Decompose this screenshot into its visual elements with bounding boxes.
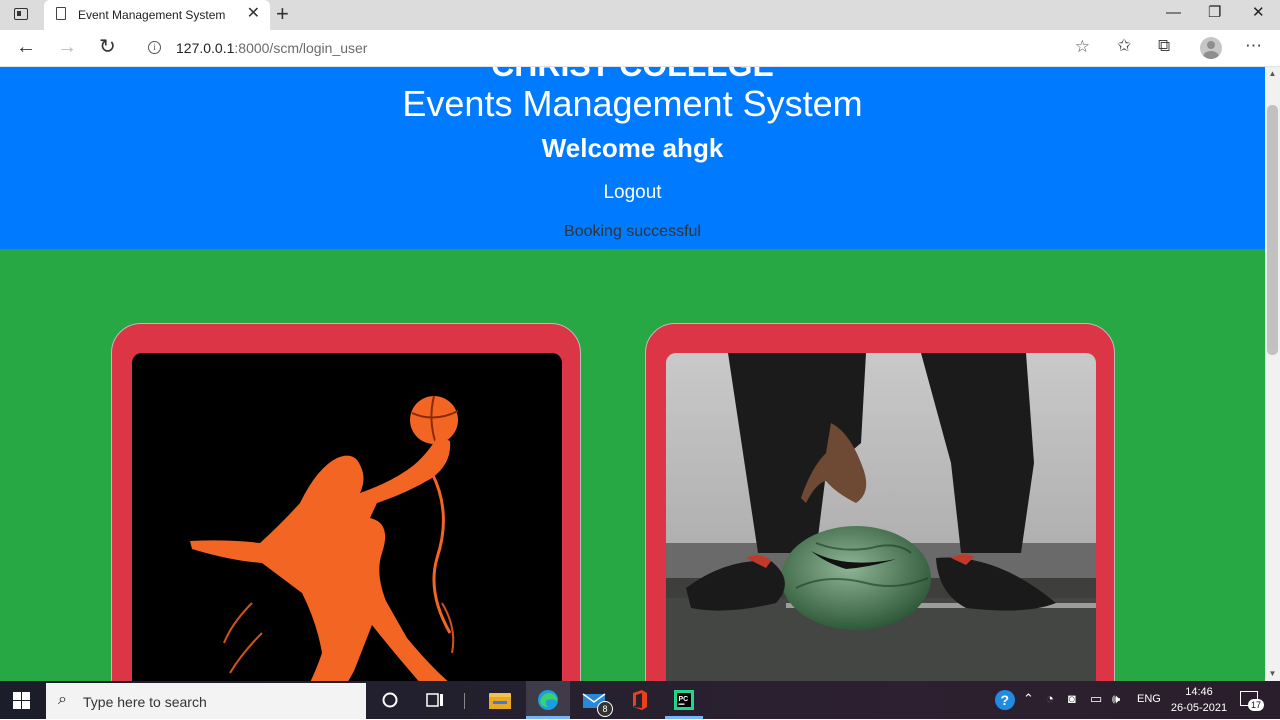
favorites-icon[interactable]: ✩ <box>1117 36 1131 56</box>
tab-close-icon[interactable]: ✕ <box>247 5 260 23</box>
logout-row: Logout <box>0 182 1265 204</box>
profile-avatar[interactable] <box>1200 37 1222 59</box>
page-viewport: CHRIST COLLEGE Events Management System … <box>0 67 1265 681</box>
clock-date: 26-05-2021 <box>1170 702 1228 714</box>
wifi-icon[interactable]: ◔ <box>1046 691 1054 706</box>
collections-icon[interactable]: ⧉ <box>1158 36 1170 56</box>
volume-icon[interactable]: 🕪 <box>1112 691 1120 707</box>
notifications-count: 17 <box>1248 699 1265 711</box>
basketball-image[interactable] <box>132 353 562 681</box>
more-options-icon[interactable]: ⋯ <box>1245 36 1262 56</box>
taskbar-search-box[interactable]: ⌕ Type here to search <box>46 683 366 719</box>
mail-badge: 8 <box>597 701 613 717</box>
close-window-icon[interactable]: ✕ <box>1252 4 1265 22</box>
page-favicon-icon <box>56 7 66 20</box>
booking-status-message: Booking successful <box>564 223 701 240</box>
url-text[interactable]: 127.0.0.1:8000/scm/login_user <box>176 40 367 56</box>
basketball-player-silhouette <box>132 353 562 681</box>
browser-tab-strip: Event Management System ✕ + — ❐ ✕ <box>0 0 1280 30</box>
vertical-scrollbar[interactable]: ▲ ▼ <box>1265 67 1280 681</box>
site-info-icon[interactable]: i <box>148 41 161 54</box>
show-hidden-icons-icon[interactable]: ⌃ <box>1023 691 1034 707</box>
minimize-icon[interactable]: — <box>1166 4 1181 22</box>
scroll-down-icon[interactable]: ▼ <box>1265 667 1280 681</box>
event-card-rugby[interactable] <box>645 323 1115 681</box>
svg-text:?: ? <box>1001 692 1010 708</box>
back-icon[interactable]: ← <box>16 36 36 58</box>
battery-icon[interactable]: ▭ <box>1090 691 1102 707</box>
search-placeholder: Type here to search <box>83 694 207 710</box>
rugby-image[interactable] <box>666 353 1096 681</box>
url-host: 127.0.0.1 <box>176 40 235 56</box>
help-icon[interactable]: ? <box>994 688 1018 710</box>
event-card-basketball[interactable] <box>111 323 581 681</box>
college-name: CHRIST COLLEGE <box>0 67 1265 84</box>
url-path: :8000/scm/login_user <box>234 40 368 56</box>
svg-text:PC: PC <box>679 696 689 703</box>
scrollbar-thumb[interactable] <box>1267 105 1278 355</box>
edge-browser-icon[interactable] <box>536 689 560 711</box>
welcome-heading: Welcome ahgk <box>541 133 724 163</box>
tab-actions-icon[interactable] <box>14 8 28 20</box>
language-indicator[interactable]: ENG <box>1137 693 1161 705</box>
pycharm-icon[interactable]: PC <box>673 689 697 711</box>
taskbar-separator <box>464 693 465 709</box>
office-icon[interactable] <box>628 689 652 711</box>
file-explorer-icon[interactable] <box>488 689 512 711</box>
rugby-ball-nike-player <box>666 353 1096 681</box>
new-tab-icon[interactable]: + <box>276 2 289 26</box>
address-toolbar: ← → ↻ i 127.0.0.1:8000/scm/login_user ☆ … <box>0 30 1280 67</box>
tab-event-management[interactable]: Event Management System ✕ <box>44 0 270 30</box>
maximize-icon[interactable]: ❐ <box>1208 4 1221 22</box>
forward-icon[interactable]: → <box>57 36 77 58</box>
meet-now-icon[interactable]: ◙ <box>1068 691 1076 706</box>
page-header: CHRIST COLLEGE Events Management System … <box>0 67 1265 249</box>
clock-time: 14:46 <box>1185 686 1213 698</box>
url-field[interactable]: i 127.0.0.1:8000/scm/login_user ☆ <box>134 33 1100 63</box>
scroll-up-icon[interactable]: ▲ <box>1265 67 1280 81</box>
windows-taskbar: ⌕ Type here to search 8 PC ? ⌃ ◔ ◙ ▭ 🕪 E… <box>0 681 1280 719</box>
clock[interactable]: 14:46 26-05-2021 <box>1168 684 1230 716</box>
cortana-icon[interactable] <box>380 689 404 711</box>
refresh-icon[interactable]: ↻ <box>99 36 116 58</box>
tab-title: Event Management System <box>78 8 226 22</box>
windows-start-icon[interactable] <box>13 692 30 709</box>
logout-link[interactable]: Logout <box>603 182 661 203</box>
search-icon: ⌕ <box>58 691 67 708</box>
task-view-icon[interactable] <box>424 689 448 711</box>
page-title: Events Management System <box>402 83 863 124</box>
add-favorite-icon[interactable]: ☆ <box>1075 37 1090 57</box>
